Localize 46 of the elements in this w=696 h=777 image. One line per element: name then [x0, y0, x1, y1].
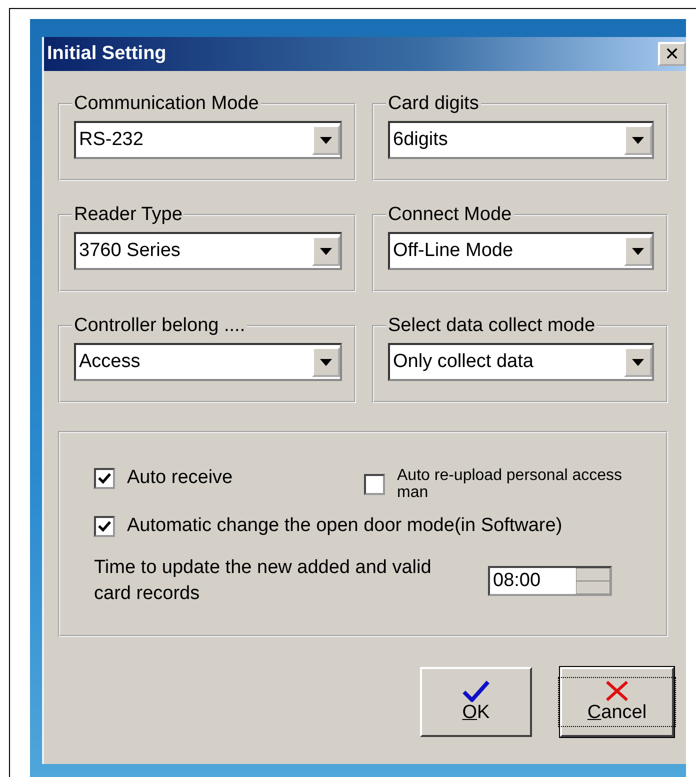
dropdown-button[interactable] [312, 347, 340, 377]
dropdown[interactable]: 3760 Series [74, 232, 342, 270]
dropdown-value: 6digits [392, 129, 448, 151]
dropdown-button[interactable] [624, 125, 652, 155]
dropdown-arrow-icon [320, 248, 332, 254]
dropdown-button[interactable] [312, 236, 340, 266]
checkmark-icon [462, 680, 490, 702]
check-icon [98, 520, 111, 532]
dropdown-button[interactable] [624, 347, 652, 377]
check-icon [98, 472, 111, 484]
dropdown-value: Off-Line Mode [392, 240, 514, 262]
group-label: Connect Mode [387, 204, 513, 226]
dropdown-arrow-icon [320, 136, 332, 144]
group-label: Select data collect mode [387, 315, 596, 337]
time-label: Time to update the new added and valid card records [94, 556, 432, 606]
ok-button[interactable]: OK [420, 667, 532, 737]
dropdown-button[interactable] [312, 125, 340, 155]
checkbox-label: Auto re-upload personal access man [397, 467, 624, 501]
window-title: Initial Setting [47, 43, 166, 65]
checkbox-label: Auto receive [127, 467, 233, 489]
checkbox-label: Automatic change the open door mode(in Software) [127, 515, 562, 537]
group-label: Controller belong .... [73, 315, 246, 337]
dropdown-value: 3760 Series [78, 240, 180, 262]
group-label: Communication Mode [73, 93, 260, 115]
checkbox[interactable] [364, 474, 385, 494]
dropdown[interactable]: 6digits [388, 121, 654, 159]
dropdown-value: Access [78, 351, 140, 373]
dropdown-arrow-icon [632, 358, 644, 366]
checkbox[interactable] [94, 516, 115, 536]
dropdown-arrow-icon [632, 136, 644, 144]
dropdown[interactable]: Access [74, 343, 342, 381]
time-field[interactable]: 08:00 [488, 566, 612, 596]
close-button[interactable]: ✕ [658, 42, 686, 66]
dropdown-value: Only collect data [392, 351, 534, 373]
dropdown-arrow-icon [320, 358, 332, 366]
group-label: Reader Type [73, 204, 184, 226]
dropdown-value: RS-232 [78, 129, 144, 151]
dropdown-button[interactable] [624, 236, 652, 266]
cancel-button[interactable]: Cancel [560, 667, 674, 737]
dropdown[interactable]: Only collect data [388, 343, 654, 381]
cross-icon [605, 680, 629, 702]
dropdown-arrow-icon [632, 248, 644, 254]
dropdown[interactable]: Off-Line Mode [388, 232, 654, 270]
checkbox[interactable] [94, 468, 115, 488]
dropdown[interactable]: RS-232 [74, 121, 342, 159]
group-label: Card digits [387, 93, 480, 115]
